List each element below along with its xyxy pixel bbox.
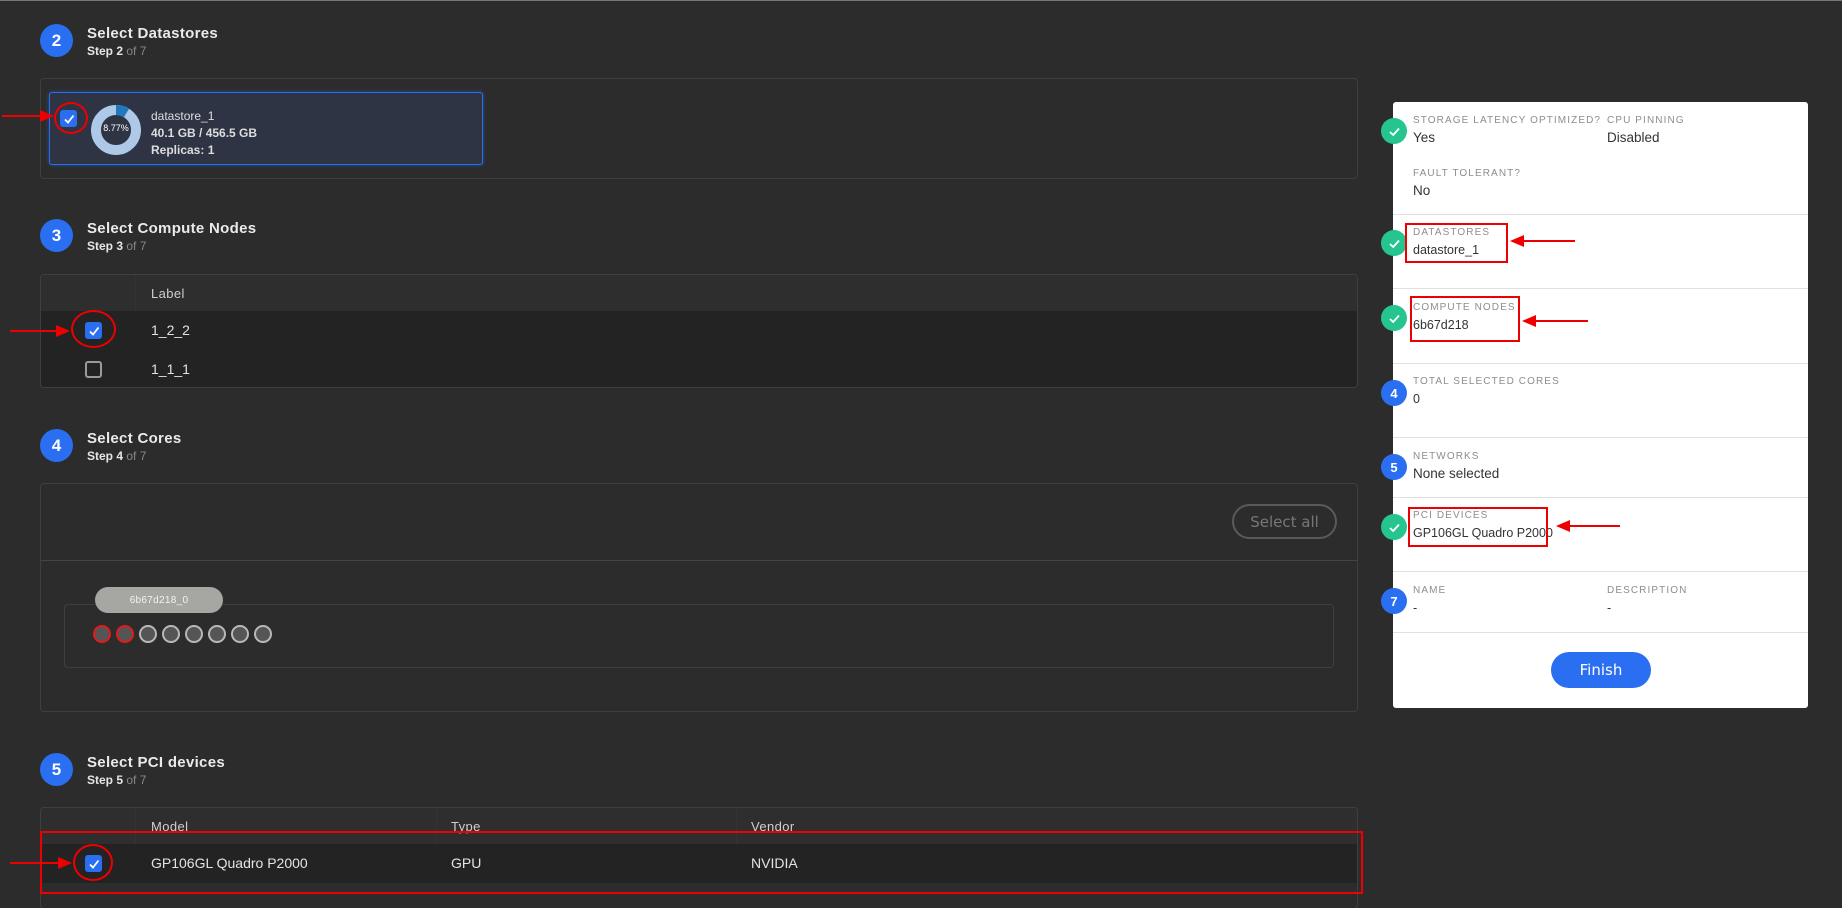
finish-button[interactable]: Finish [1551, 652, 1651, 688]
step-5-of-label: of 7 [126, 773, 147, 787]
annotation-arrow [1510, 235, 1575, 247]
annotation-box [1408, 507, 1548, 547]
step-number-icon: 4 [1381, 380, 1407, 406]
datastore-name: datastore_1 [151, 109, 215, 123]
storage-latency-value: Yes [1413, 130, 1436, 145]
table-row[interactable]: 1_2_2 [41, 311, 1357, 350]
name-label: NAME [1413, 585, 1447, 596]
table-row[interactable]: 1_1_1 [41, 350, 1357, 387]
core-group-label: 6b67d218_0 [95, 587, 223, 613]
panel-divider [1393, 632, 1808, 633]
step-4-title: Select Cores [87, 430, 182, 447]
step-complete-icon [1381, 305, 1407, 331]
usage-percent: 8.77% [103, 123, 129, 133]
annotation-arrow [2, 110, 54, 122]
step-5-step-label: Step 5 [87, 773, 124, 787]
step-3-subtitle: Step 3 of 7 [87, 239, 146, 253]
core-slot[interactable] [254, 625, 272, 643]
annotation-box [40, 831, 1363, 894]
core-slot[interactable] [162, 625, 180, 643]
panel-divider [1393, 497, 1808, 498]
select-all-button[interactable]: Select all [1232, 504, 1337, 539]
step-3-title: Select Compute Nodes [87, 220, 257, 237]
annotation-circle [54, 102, 88, 134]
fault-tolerant-label: FAULT TOLERANT? [1413, 168, 1522, 179]
cpu-pinning-value: Disabled [1607, 130, 1660, 145]
step-4-subtitle: Step 4 of 7 [87, 449, 146, 463]
core-slot[interactable] [231, 625, 249, 643]
core-slot[interactable] [93, 625, 111, 643]
step-complete-icon [1381, 514, 1407, 540]
panel-divider [1393, 214, 1808, 215]
step-4-badge: 4 [40, 429, 73, 462]
networks-value: None selected [1413, 466, 1500, 481]
step-number-icon: 5 [1381, 454, 1407, 480]
compute-nodes-table: Label 1_2_2 1_1_1 [40, 274, 1358, 388]
networks-label: NETWORKS [1413, 451, 1480, 462]
datastore-usage: 40.1 GB / 456.5 GB [151, 126, 258, 140]
table-header: Label [41, 275, 1357, 311]
step-2-title: Select Datastores [87, 25, 218, 42]
annotation-arrow [1522, 315, 1588, 327]
step-3-step-label: Step 3 [87, 239, 124, 253]
panel-divider [1393, 288, 1808, 289]
step-3-of-label: of 7 [126, 239, 147, 253]
total-cores-value: 0 [1413, 392, 1420, 406]
core-slot[interactable] [139, 625, 157, 643]
name-value: - [1413, 601, 1418, 615]
step-2-badge: 2 [40, 24, 73, 57]
step-5-badge: 5 [40, 753, 73, 786]
core-slot[interactable] [185, 625, 203, 643]
node-label: 1_1_1 [151, 361, 190, 377]
annotation-arrow [1556, 520, 1620, 532]
cpu-pinning-label: CPU PINNING [1607, 115, 1685, 126]
node-label: 1_2_2 [151, 322, 190, 338]
step-4-step-label: Step 4 [87, 449, 124, 463]
step-complete-icon [1381, 118, 1407, 144]
step-number-icon: 7 [1381, 588, 1407, 614]
step-5-title: Select PCI devices [87, 754, 225, 771]
panel-divider [1393, 571, 1808, 572]
step-3-badge: 3 [40, 219, 73, 252]
step-4-of-label: of 7 [126, 449, 147, 463]
core-slot[interactable] [208, 625, 226, 643]
annotation-circle [71, 310, 116, 348]
description-label: DESCRIPTION [1607, 585, 1688, 596]
step-2-of-label: of 7 [126, 44, 147, 58]
step-complete-icon [1381, 230, 1407, 256]
datastore-card[interactable]: 8.77% datastore_1 40.1 GB / 456.5 GB Rep… [49, 92, 483, 165]
datastore-replicas: Replicas: 1 [151, 143, 215, 157]
total-cores-label: TOTAL SELECTED CORES [1413, 376, 1560, 387]
core-slot[interactable] [116, 625, 134, 643]
panel-divider [1393, 363, 1808, 364]
description-value: - [1607, 601, 1612, 615]
column-header-label[interactable]: Label [151, 286, 185, 301]
storage-latency-label: STORAGE LATENCY OPTIMIZED? [1413, 115, 1602, 126]
fault-tolerant-value: No [1413, 183, 1431, 198]
step-2-subtitle: Step 2 of 7 [87, 44, 146, 58]
step-2-step-label: Step 2 [87, 44, 124, 58]
annotation-box [1410, 296, 1520, 342]
summary-panel [1393, 102, 1808, 708]
step-5-subtitle: Step 5 of 7 [87, 773, 146, 787]
cores-divider [41, 560, 1357, 561]
annotation-box [1405, 223, 1508, 263]
row-checkbox[interactable] [85, 361, 102, 378]
annotation-arrow [10, 325, 70, 337]
column-separator [135, 275, 136, 311]
panel-divider [1393, 437, 1808, 438]
cores-section [40, 483, 1358, 712]
